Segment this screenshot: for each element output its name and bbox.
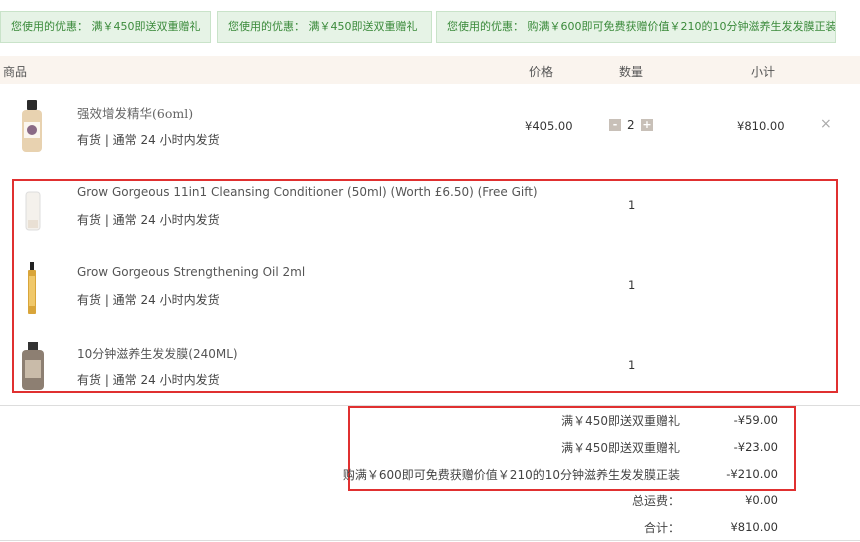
- discount-label: 满￥450即送双重赠礼: [561, 414, 680, 428]
- product-name[interactable]: Grow Gorgeous Strengthening Oil 2ml: [77, 265, 305, 279]
- gift-quantity: 1: [628, 278, 636, 292]
- product-image[interactable]: [22, 190, 44, 234]
- product-image[interactable]: [17, 98, 47, 156]
- promo-banner: 您使用的优惠： 满￥450即送双重赠礼: [217, 11, 432, 43]
- header-quantity: 数量: [619, 65, 644, 79]
- cart-table-header: 商品 价格 数量 小计: [0, 56, 860, 84]
- increase-quantity-button[interactable]: +: [641, 119, 653, 131]
- discount-value: -¥210.00: [726, 467, 778, 481]
- discount-value: -¥59.00: [733, 413, 778, 427]
- discount-value: -¥23.00: [733, 440, 778, 454]
- promo-banner: 您使用的优惠： 满￥450即送双重赠礼: [0, 11, 211, 43]
- item-subtotal: ¥810.00: [737, 119, 785, 133]
- total-value: ¥810.00: [730, 520, 778, 534]
- discount-label: 满￥450即送双重赠礼: [561, 441, 680, 455]
- stock-status: 有货 | 通常 24 小时内发货: [77, 373, 220, 387]
- gift-quantity: 1: [628, 358, 636, 372]
- stock-status: 有货 | 通常 24 小时内发货: [77, 293, 220, 307]
- product-name[interactable]: 10分钟滋养生发发膜(240ML): [77, 345, 238, 362]
- product-name[interactable]: Grow Gorgeous 11in1 Cleansing Conditione…: [77, 185, 538, 199]
- header-price: 价格: [529, 65, 554, 79]
- gift-quantity: 1: [628, 198, 636, 212]
- decrease-quantity-button[interactable]: -: [609, 119, 621, 131]
- shipping-value: ¥0.00: [745, 493, 778, 507]
- remove-item-icon[interactable]: ×: [820, 116, 832, 132]
- header-subtotal: 小计: [751, 65, 776, 79]
- product-image[interactable]: [25, 262, 39, 316]
- product-name[interactable]: 强效增发精华(6oml): [77, 103, 193, 122]
- discount-label: 购满￥600即可免费获赠价值￥210的10分钟滋养生发发膜正装: [342, 468, 680, 482]
- stock-status: 有货 | 通常 24 小时内发货: [77, 213, 220, 227]
- bottom-divider: [0, 540, 860, 541]
- product-image[interactable]: [17, 340, 49, 392]
- shipping-label: 总运费：: [631, 494, 680, 508]
- total-label: 合计：: [643, 521, 680, 535]
- quantity-value: 2: [627, 118, 635, 132]
- unit-price: ¥405.00: [525, 119, 573, 133]
- header-product: 商品: [3, 65, 28, 79]
- stock-status: 有货 | 通常 24 小时内发货: [77, 133, 220, 147]
- promo-banner: 您使用的优惠： 购满￥600即可免费获赠价值￥210的10分钟滋养生发发膜正装: [436, 11, 836, 43]
